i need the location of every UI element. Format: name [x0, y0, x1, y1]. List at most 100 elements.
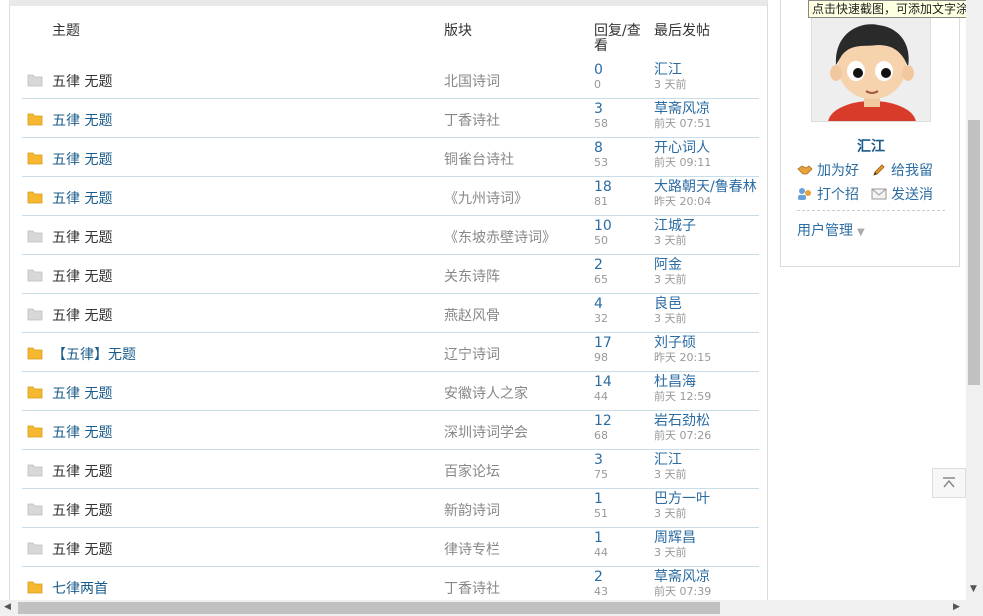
reply-count[interactable]: 0 — [594, 63, 603, 78]
thread-subject-link[interactable]: 五律 无题 — [52, 71, 112, 91]
last-poster-link[interactable]: 周辉昌 — [654, 531, 696, 546]
reply-count[interactable]: 3 — [594, 453, 603, 468]
board-link[interactable]: 安徽诗人之家 — [444, 383, 528, 403]
reply-count[interactable]: 2 — [594, 570, 603, 585]
board-link[interactable]: 《九州诗词》 — [444, 188, 528, 208]
view-count: 68 — [594, 429, 608, 442]
last-post-time: 前天 07:26 — [654, 429, 712, 442]
view-count: 98 — [594, 351, 608, 364]
greet-link[interactable]: 打个招 — [797, 184, 859, 204]
reply-count[interactable]: 8 — [594, 141, 603, 156]
horizontal-scrollbar[interactable]: ◀ ▶ — [0, 600, 966, 616]
username[interactable]: 汇江 — [781, 136, 961, 156]
thread-subject-link[interactable]: 五律 无题 — [52, 383, 112, 403]
leave-message-link[interactable]: 给我留 — [871, 160, 933, 180]
last-poster-link[interactable]: 开心词人 — [654, 141, 710, 156]
last-poster-link[interactable]: 草斋风凉 — [654, 570, 710, 585]
reply-count[interactable]: 3 — [594, 102, 603, 117]
thread-subject-link[interactable]: 五律 无题 — [52, 227, 112, 247]
reply-count[interactable]: 2 — [594, 258, 603, 273]
vertical-scroll-thumb[interactable] — [968, 120, 980, 385]
folder-orange-icon — [27, 190, 43, 204]
table-row: 【五律】无题 辽宁诗词 17 98 刘子硕 昨天 20:15 — [22, 333, 759, 372]
board-link[interactable]: 丁香诗社 — [444, 578, 500, 598]
last-poster-link[interactable]: 刘子硕 — [654, 336, 696, 351]
view-count: 51 — [594, 507, 608, 520]
thread-subject-link[interactable]: 七律两首 — [52, 578, 108, 598]
view-count: 50 — [594, 234, 608, 247]
vertical-scrollbar[interactable]: ▼ — [966, 0, 983, 600]
avatar[interactable] — [811, 14, 931, 122]
reply-count[interactable]: 12 — [594, 414, 612, 429]
view-count: 44 — [594, 546, 608, 559]
board-link[interactable]: 新韵诗词 — [444, 500, 500, 520]
last-post-time: 3 天前 — [654, 468, 687, 481]
table-row: 五律 无题 关东诗阵 2 65 阿金 3 天前 — [22, 255, 759, 294]
last-poster-link[interactable]: 大路朝天/鲁春林 — [654, 180, 757, 195]
reply-count[interactable]: 1 — [594, 492, 603, 507]
thread-subject-link[interactable]: 五律 无题 — [52, 461, 112, 481]
thread-subject-link[interactable]: 五律 无题 — [52, 305, 112, 325]
reply-count[interactable]: 10 — [594, 219, 612, 234]
reply-count[interactable]: 4 — [594, 297, 603, 312]
reply-count[interactable]: 18 — [594, 180, 612, 195]
thread-subject-link[interactable]: 五律 无题 — [52, 149, 112, 169]
thread-subject-link[interactable]: 五律 无题 — [52, 188, 112, 208]
send-message-link[interactable]: 发送消 — [871, 184, 933, 204]
last-poster-link[interactable]: 良邑 — [654, 297, 682, 312]
board-link[interactable]: 律诗专栏 — [444, 539, 500, 559]
board-link[interactable]: 北国诗词 — [444, 71, 500, 91]
thread-subject-link[interactable]: 五律 无题 — [52, 266, 112, 286]
board-link[interactable]: 深圳诗词学会 — [444, 422, 528, 442]
table-row: 五律 无题 北国诗词 0 0 汇江 3 天前 — [22, 60, 759, 99]
board-link[interactable]: 《东坡赤壁诗词》 — [444, 227, 556, 247]
last-poster-link[interactable]: 岩石劲松 — [654, 414, 710, 429]
board-link[interactable]: 百家论坛 — [444, 461, 500, 481]
thread-subject-link[interactable]: 【五律】无题 — [52, 344, 136, 364]
user-card: 汇江 加为好 给我留 打个招 发送消 用户管理 ▼ — [780, 0, 960, 267]
folder-orange-icon — [27, 580, 43, 594]
table-header: 主题 版块 回复/查看 最后发帖 — [10, 6, 769, 56]
scroll-left-arrow-icon[interactable]: ◀ — [4, 602, 11, 612]
horizontal-scroll-thumb[interactable] — [18, 602, 720, 614]
last-poster-link[interactable]: 草斋风凉 — [654, 102, 710, 117]
view-count: 32 — [594, 312, 608, 325]
header-replies-views: 回复/查看 — [594, 23, 641, 54]
thread-subject-link[interactable]: 五律 无题 — [52, 110, 112, 130]
header-subject: 主题 — [52, 23, 80, 39]
reply-count[interactable]: 17 — [594, 336, 612, 351]
board-link[interactable]: 丁香诗社 — [444, 110, 500, 130]
last-poster-link[interactable]: 阿金 — [654, 258, 682, 273]
last-post-time: 前天 09:11 — [654, 156, 712, 169]
folder-orange-icon — [27, 151, 43, 165]
last-post-time: 3 天前 — [654, 546, 687, 559]
last-poster-link[interactable]: 杜昌海 — [654, 375, 696, 390]
user-management-menu[interactable]: 用户管理 ▼ — [797, 220, 865, 240]
board-link[interactable]: 铜雀台诗社 — [444, 149, 514, 169]
screenshot-tooltip: 点击快速截图，可添加文字涂鸦 — [808, 0, 983, 18]
last-post-time: 前天 07:51 — [654, 117, 712, 130]
back-to-top-button[interactable] — [932, 468, 966, 498]
card-divider — [797, 210, 945, 211]
thread-rows: 五律 无题 北国诗词 0 0 汇江 3 天前 五律 无题 丁香诗社 3 58 草斋风凉 前天 07:5… — [22, 60, 759, 606]
table-row: 五律 无题 《东坡赤壁诗词》 10 50 江城子 3 天前 — [22, 216, 759, 255]
thread-subject-link[interactable]: 五律 无题 — [52, 500, 112, 520]
board-link[interactable]: 关东诗阵 — [444, 266, 500, 286]
view-count: 44 — [594, 390, 608, 403]
thread-subject-link[interactable]: 五律 无题 — [52, 422, 112, 442]
folder-orange-icon — [27, 424, 43, 438]
board-link[interactable]: 辽宁诗词 — [444, 344, 500, 364]
view-count: 81 — [594, 195, 608, 208]
last-poster-link[interactable]: 江城子 — [654, 219, 696, 234]
board-link[interactable]: 燕赵风骨 — [444, 305, 500, 325]
last-poster-link[interactable]: 汇江 — [654, 63, 682, 78]
thread-subject-link[interactable]: 五律 无题 — [52, 539, 112, 559]
reply-count[interactable]: 14 — [594, 375, 612, 390]
scroll-down-arrow-icon[interactable]: ▼ — [970, 584, 977, 594]
last-poster-link[interactable]: 汇江 — [654, 453, 682, 468]
last-poster-link[interactable]: 巴方一叶 — [654, 492, 710, 507]
add-friend-link[interactable]: 加为好 — [797, 160, 859, 180]
header-board: 版块 — [444, 23, 472, 39]
reply-count[interactable]: 1 — [594, 531, 603, 546]
scroll-right-arrow-icon[interactable]: ▶ — [953, 602, 960, 612]
